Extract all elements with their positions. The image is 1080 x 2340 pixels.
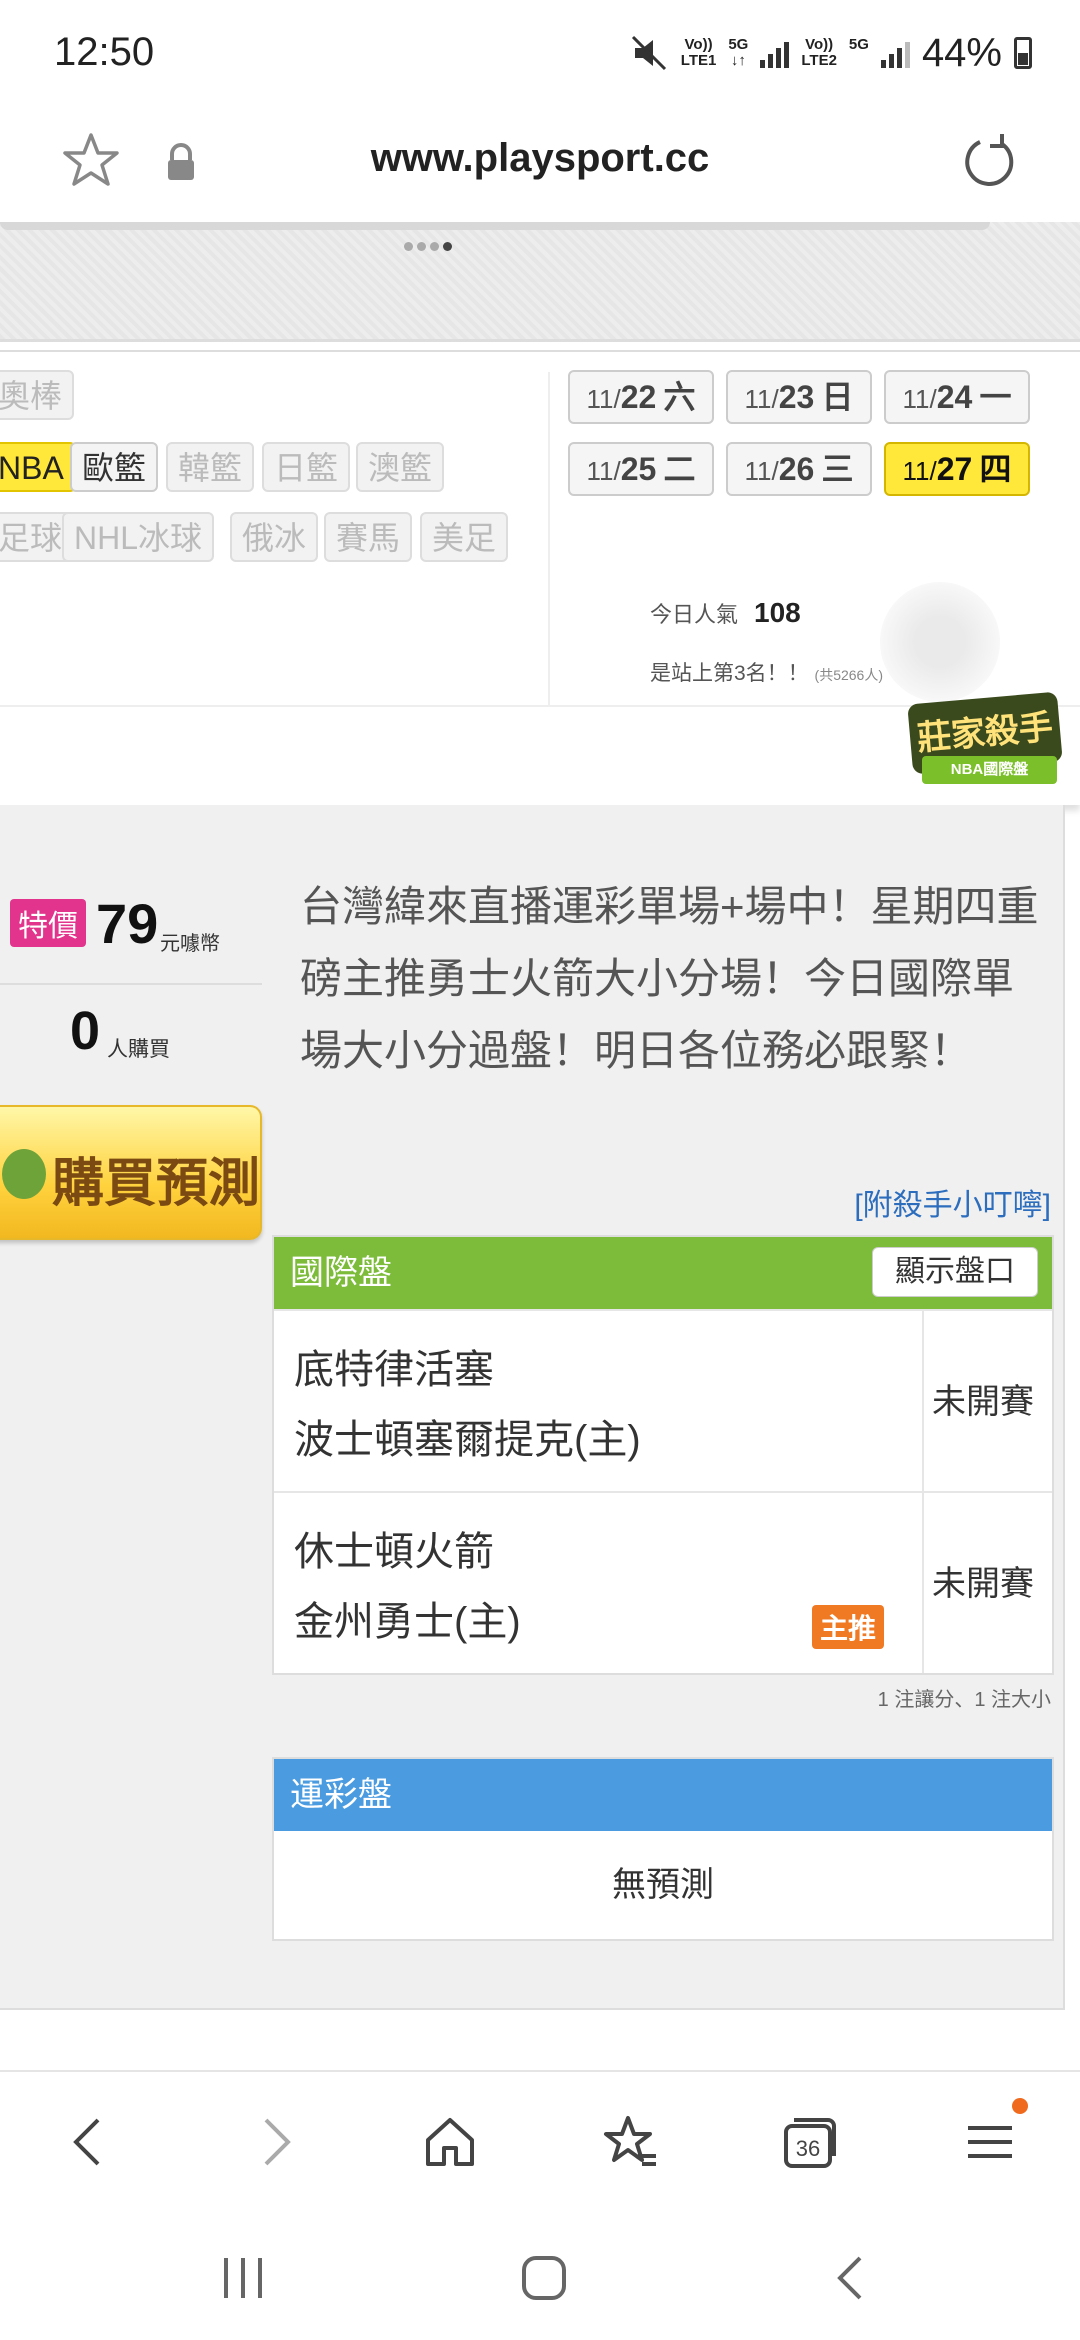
signal-icon-2 bbox=[880, 38, 910, 68]
international-odds-panel: 國際盤 顯示盤口 底特律活塞 波士頓塞爾提克(主) 未開賽 休士頓火箭 金州勇士… bbox=[272, 1235, 1054, 1675]
date-1122[interactable]: 11/22 六 bbox=[568, 370, 714, 424]
prediction-main: 特價 79 元噱幣 0 人購買 購買預測 台灣緯來直播運彩單場+場中！星期四重磅… bbox=[0, 805, 1065, 2010]
battery-icon bbox=[1014, 37, 1032, 69]
game-teams: 底特律活塞 波士頓塞爾提克(主) bbox=[294, 1335, 641, 1475]
sport-chip-khl[interactable]: 俄冰 bbox=[230, 512, 319, 562]
game-row: 休士頓火箭 金州勇士(主) 主推 未開賽 bbox=[274, 1491, 1052, 1673]
carousel-dots[interactable] bbox=[404, 242, 452, 251]
sport-chip-horse-racing[interactable]: 賽馬 bbox=[324, 512, 413, 562]
bookmarks-icon[interactable] bbox=[600, 2112, 660, 2172]
sport-chip-nba[interactable]: NBA bbox=[0, 442, 76, 492]
away-team: 底特律活塞 bbox=[294, 1348, 494, 1392]
popularity-rank: 是站上第3名！！ (共5266人) bbox=[650, 662, 883, 685]
date-1127-selected[interactable]: 11/27 四 bbox=[884, 442, 1030, 496]
signal-icon bbox=[760, 38, 790, 68]
sport-chip-nhl[interactable]: NHL冰球 bbox=[62, 512, 215, 562]
system-navigation-bar bbox=[0, 2210, 1080, 2340]
prediction-description: 台灣緯來直播運彩單場+場中！星期四重磅主推勇士火箭大小分場！今日國際單場大小分過… bbox=[300, 883, 1039, 1074]
sport-chip-american-football[interactable]: 美足 bbox=[420, 512, 509, 562]
buy-prediction-button[interactable]: 購買預測 bbox=[0, 1105, 262, 1240]
ad-tab bbox=[0, 222, 990, 230]
menu-icon[interactable] bbox=[960, 2098, 1028, 2172]
network-5g-2: 5G bbox=[848, 36, 869, 53]
system-home-icon[interactable] bbox=[520, 2254, 568, 2302]
sport-chip-korea-basketball[interactable]: 韓籃 bbox=[166, 442, 255, 492]
coin-icon bbox=[2, 1149, 46, 1199]
popularity-today: 今日人氣 108 bbox=[650, 597, 801, 628]
game-teams: 休士頓火箭 金州勇士(主) bbox=[294, 1517, 521, 1657]
sports-lottery-panel: 運彩盤 無預測 bbox=[272, 1757, 1054, 1941]
sport-chip-euro-basketball[interactable]: 歐籃 bbox=[70, 442, 159, 492]
game-row: 底特律活塞 波士頓塞爾提克(主) 未開賽 bbox=[274, 1309, 1052, 1491]
game-status: 未開賽 bbox=[932, 1565, 1034, 1603]
mascot-watermark bbox=[880, 582, 1000, 702]
home-icon[interactable] bbox=[420, 2112, 480, 2172]
browser-url-bar: www.playsport.cc bbox=[0, 110, 1080, 222]
buy-prediction-label: 購買預測 bbox=[52, 1155, 261, 1213]
offer-column: 特價 79 元噱幣 0 人購買 購買預測 bbox=[0, 805, 265, 1255]
recent-apps-icon[interactable] bbox=[218, 2256, 268, 2300]
ad-banner-strip bbox=[0, 222, 1080, 342]
price-value: 79 bbox=[96, 892, 159, 955]
buyer-count: 0 bbox=[70, 1001, 101, 1061]
offer-divider bbox=[0, 983, 262, 985]
game-status: 未開賽 bbox=[932, 1383, 1034, 1421]
reload-icon[interactable] bbox=[958, 130, 1022, 194]
tabs-icon[interactable]: 36 bbox=[780, 2112, 840, 2172]
network-lte2: Vo)) LTE2 bbox=[801, 36, 837, 69]
intl-title: 國際盤 bbox=[290, 1254, 392, 1292]
home-team: 波士頓塞爾提克(主) bbox=[294, 1418, 641, 1462]
banker-killer-badge: 莊家殺手 NBA國際盤 bbox=[907, 691, 1065, 798]
forward-icon[interactable] bbox=[244, 2112, 304, 2172]
mute-icon bbox=[631, 35, 666, 71]
url-text[interactable]: www.playsport.cc bbox=[0, 136, 1080, 181]
notification-dot bbox=[1012, 2098, 1028, 2114]
main-pick-tag: 主推 bbox=[811, 1605, 884, 1649]
network-5g-1: 5G ↓↑ bbox=[728, 36, 749, 69]
sport-chip-olympic-baseball[interactable]: 奧棒 bbox=[0, 370, 75, 420]
intl-header: 國際盤 顯示盤口 bbox=[274, 1237, 1052, 1309]
killer-tips-link[interactable]: [附殺手小叮嚀] bbox=[854, 1180, 1051, 1224]
network-lte1: Vo)) LTE1 bbox=[680, 36, 717, 69]
lottery-title: 運彩盤 bbox=[290, 1776, 392, 1814]
sport-chip-aus-basketball[interactable]: 澳籃 bbox=[356, 442, 445, 492]
date-1123[interactable]: 11/23 日 bbox=[726, 370, 872, 424]
lottery-header: 運彩盤 bbox=[274, 1759, 1052, 1831]
sport-date-nav: 奧棒 NBA 歐籃 韓籃 日籃 澳籃 足球 NHL冰球 俄冰 賽馬 美足 11/… bbox=[0, 350, 1080, 932]
price-unit: 元噱幣 bbox=[160, 933, 220, 955]
no-prediction-text: 無預測 bbox=[612, 1866, 714, 1904]
date-1125[interactable]: 11/25 二 bbox=[568, 442, 714, 496]
status-icons: Vo)) LTE1 5G ↓↑ Vo)) LTE2 5G 44% bbox=[629, 28, 1032, 78]
special-price-badge: 特價 bbox=[10, 899, 86, 947]
show-odds-button[interactable]: 顯示盤口 bbox=[872, 1247, 1038, 1297]
status-bar: 12:50 Vo)) LTE1 5G ↓↑ Vo)) LTE2 5G 44% bbox=[0, 0, 1080, 110]
system-back-icon[interactable] bbox=[830, 2254, 870, 2302]
date-1124[interactable]: 11/24 一 bbox=[884, 370, 1030, 424]
back-icon[interactable] bbox=[60, 2112, 120, 2172]
badge-ribbon: NBA國際盤 bbox=[922, 756, 1057, 784]
bet-count-note: 1 注讓分、1 注大小 bbox=[877, 1689, 1051, 1711]
home-team: 金州勇士(主) bbox=[294, 1600, 521, 1644]
browser-toolbar: 36 bbox=[0, 2070, 1080, 2210]
away-team: 休士頓火箭 bbox=[294, 1530, 494, 1574]
buyer-unit: 人購買 bbox=[107, 1038, 170, 1061]
clock: 12:50 bbox=[54, 30, 155, 74]
date-1126[interactable]: 11/26 三 bbox=[726, 442, 872, 496]
sport-chip-japan-basketball[interactable]: 日籃 bbox=[262, 442, 351, 492]
battery-level: 44% bbox=[921, 30, 1002, 75]
svg-text:36: 36 bbox=[796, 2136, 820, 2161]
